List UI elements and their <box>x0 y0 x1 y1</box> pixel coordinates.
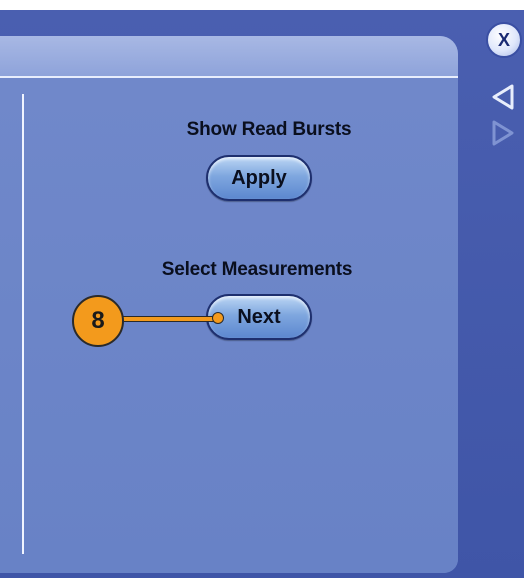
callout-leader-dot <box>212 312 224 324</box>
show-read-bursts-label: Show Read Bursts <box>186 119 352 140</box>
apply-button[interactable]: Apply <box>206 155 312 201</box>
callout-leader-line <box>122 316 218 322</box>
select-measurements-label: Select Measurements <box>161 259 353 280</box>
vertical-divider <box>22 94 24 554</box>
triangle-right-icon[interactable] <box>488 118 518 148</box>
panel-header <box>0 36 458 78</box>
callout-number-badge: 8 <box>72 295 124 347</box>
close-icon[interactable]: X <box>486 22 522 58</box>
triangle-left-icon[interactable] <box>488 82 518 112</box>
